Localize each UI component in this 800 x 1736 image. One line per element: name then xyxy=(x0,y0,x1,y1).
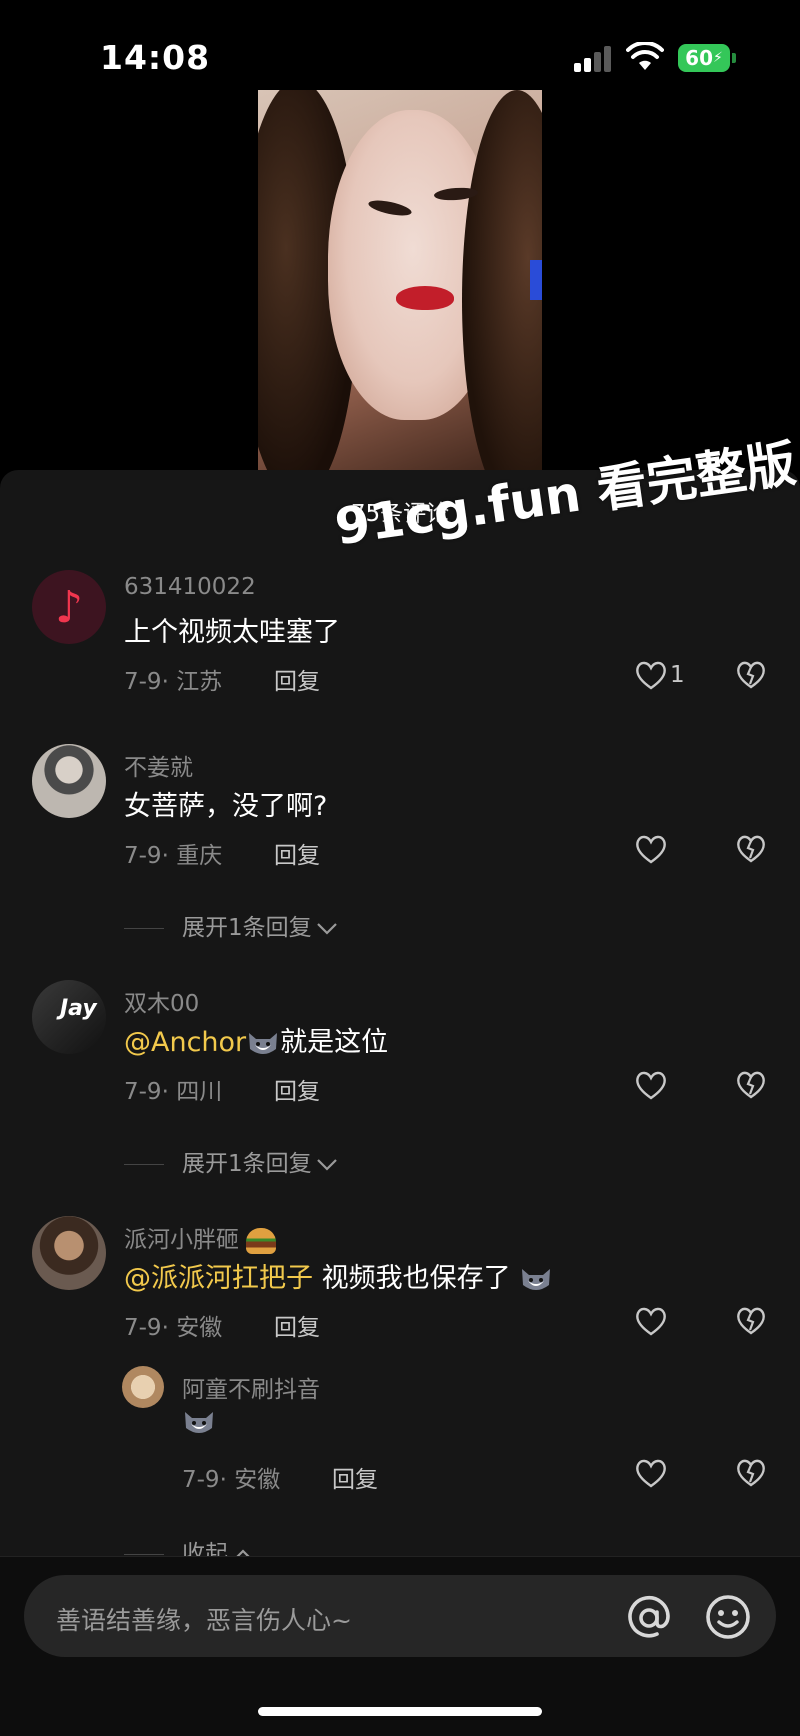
heart-outline-icon[interactable] xyxy=(634,660,668,690)
expand-replies-label: 展开1条回复 xyxy=(182,1151,312,1177)
avatar-jay-text: Jay xyxy=(60,996,97,1021)
heart-outline-icon[interactable] xyxy=(634,834,668,864)
avatar[interactable] xyxy=(32,1216,106,1290)
avatar[interactable] xyxy=(122,1366,164,1408)
comment-text-body: 视频我也保存了 xyxy=(313,1263,511,1294)
mention-link[interactable]: @派派河扛把子 xyxy=(124,1263,313,1294)
comment-text: 女菩萨，没了啊? xyxy=(124,791,328,822)
comment-username[interactable]: 631410022 xyxy=(124,574,256,600)
cellular-signal-icon xyxy=(574,44,614,72)
comment-meta: 7-9· 重庆 xyxy=(124,843,223,869)
expand-replies[interactable]: 展开1条回复 xyxy=(124,908,338,942)
comment-meta: 7-9· 四川 xyxy=(124,1079,223,1105)
like-count: 1 xyxy=(670,662,685,688)
chevron-down-icon xyxy=(316,1158,337,1171)
comment-username[interactable]: 不姜就 xyxy=(124,748,193,782)
video-lips xyxy=(396,286,454,310)
comment-username[interactable]: 派河小胖砸 xyxy=(124,1220,277,1254)
avatar[interactable]: Jay xyxy=(32,980,106,1054)
burger-emoji-icon xyxy=(246,1227,277,1254)
reply-button[interactable]: 回复 xyxy=(332,1460,378,1494)
battery-tip xyxy=(732,53,736,63)
home-indicator xyxy=(258,1707,542,1716)
comment-username[interactable]: 阿童不刷抖音 xyxy=(182,1370,320,1404)
video-player[interactable] xyxy=(258,90,542,470)
heart-outline-icon[interactable] xyxy=(634,1070,668,1100)
heart-outline-icon[interactable] xyxy=(634,1458,668,1488)
comment-meta: 7-9· 安徽 xyxy=(182,1467,281,1493)
comment-input-placeholder: 善语结善缘，恶言伤人心~ xyxy=(56,1606,352,1635)
expand-replies[interactable]: 展开1条回复 xyxy=(124,1144,338,1178)
broken-heart-icon[interactable] xyxy=(736,660,766,690)
comment-text-body: 就是这位 xyxy=(280,1027,389,1058)
battery-level: 60 xyxy=(685,46,713,70)
broken-heart-icon[interactable] xyxy=(736,1070,766,1100)
comment-input[interactable]: 善语结善缘，恶言伤人心~ xyxy=(24,1575,776,1657)
broken-heart-icon[interactable] xyxy=(736,1306,766,1336)
reply-button[interactable]: 回复 xyxy=(274,836,320,870)
reply-button[interactable]: 回复 xyxy=(274,1308,320,1342)
husky-emoji-icon xyxy=(246,1029,280,1059)
comment-text: 上个视频太哇塞了 xyxy=(124,617,340,648)
status-bar: 14:08 60 ⚡ xyxy=(0,0,800,90)
smile-icon[interactable] xyxy=(704,1593,752,1641)
comment-username[interactable]: 双木00 xyxy=(124,984,199,1018)
broken-heart-icon[interactable] xyxy=(736,1458,766,1488)
avatar[interactable] xyxy=(32,744,106,818)
music-note-icon: ♪ xyxy=(54,581,84,633)
comment-input-bar: 善语结善缘，恶言伤人心~ xyxy=(0,1556,800,1736)
status-time: 14:08 xyxy=(100,38,211,77)
comment-panel: 75条评论 ♪ 631410022 上个视频太哇塞了 7-9· 江苏 回复 1 … xyxy=(0,470,800,1736)
battery-indicator: 60 ⚡ xyxy=(678,44,730,72)
husky-emoji-icon xyxy=(519,1265,553,1295)
mention-link[interactable]: @Anchor xyxy=(124,1027,246,1058)
reply-button[interactable]: 回复 xyxy=(274,662,320,696)
comment-username-text: 派河小胖砸 xyxy=(124,1227,239,1253)
comment-text: @Anchor 就是这位 xyxy=(124,1020,388,1059)
comment-meta: 7-9· 江苏 xyxy=(124,669,223,695)
comment-text: @派派河扛把子 视频我也保存了 xyxy=(124,1256,553,1295)
wifi-icon xyxy=(626,42,664,70)
reply-button[interactable]: 回复 xyxy=(274,1072,320,1106)
husky-emoji-icon xyxy=(182,1408,216,1438)
avatar[interactable]: ♪ xyxy=(32,570,106,644)
comment-text xyxy=(182,1406,216,1438)
chevron-down-icon xyxy=(316,922,337,935)
comment-meta: 7-9· 安徽 xyxy=(124,1315,223,1341)
expand-replies-label: 展开1条回复 xyxy=(182,915,312,941)
heart-outline-icon[interactable] xyxy=(634,1306,668,1336)
at-icon[interactable] xyxy=(624,1593,674,1643)
broken-heart-icon[interactable] xyxy=(736,834,766,864)
